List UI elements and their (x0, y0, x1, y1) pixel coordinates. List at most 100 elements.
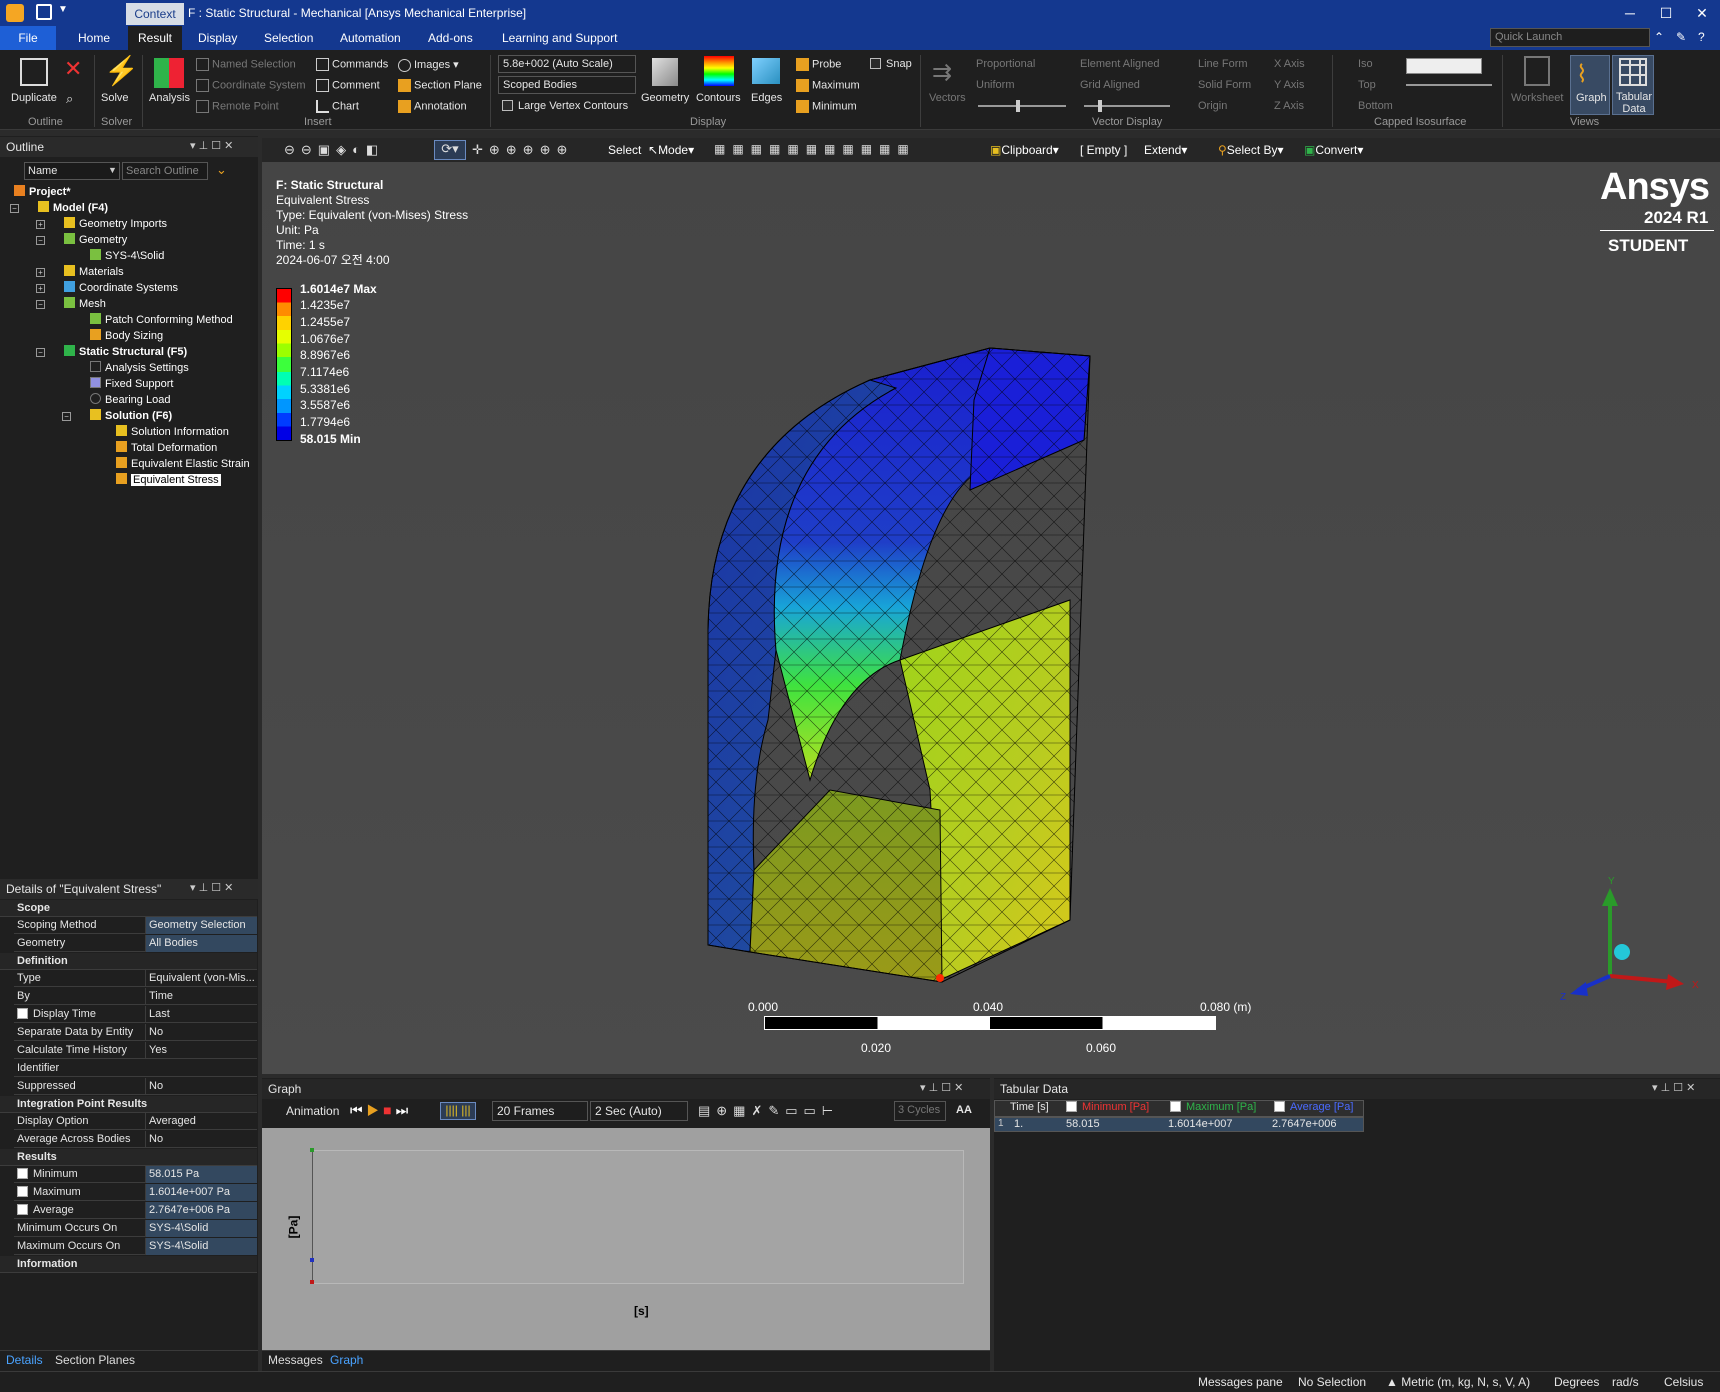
col-header-average[interactable]: Average [Pa] (1274, 1101, 1353, 1113)
menu-automation[interactable]: Automation (330, 26, 411, 50)
search-options-icon[interactable]: ⌄ (216, 162, 227, 178)
details-panel-controls-icon[interactable]: ▾ ⊥ ☐ ✕ (190, 881, 233, 894)
category-scope[interactable]: Scope (0, 900, 257, 917)
save-icon[interactable] (36, 4, 52, 20)
help-icon[interactable]: ? (1698, 30, 1705, 44)
images-dropdown[interactable]: Images ▾ (398, 58, 459, 72)
filter-dropdown-icon[interactable]: ▼ (108, 165, 117, 175)
vector-length-slider[interactable] (978, 105, 1066, 107)
comment-button[interactable]: Comment (316, 79, 380, 92)
category-results[interactable]: Results (0, 1149, 257, 1166)
detail-row[interactable]: Maximum Occurs On SYS-4\Solid (14, 1238, 257, 1255)
annotation-button[interactable]: Annotation (398, 100, 467, 113)
menu-file[interactable]: File (0, 26, 56, 50)
detail-value[interactable]: Geometry Selection (145, 917, 257, 934)
isosurface-field[interactable] (1406, 58, 1482, 74)
bottom-button[interactable]: Bottom (1358, 100, 1393, 112)
coordinate-system-button[interactable]: Coordinate System (196, 79, 306, 92)
tree-item-total-deformation[interactable]: Total Deformation (116, 440, 217, 456)
detail-value[interactable]: No (145, 1078, 257, 1095)
tree-item-elastic-strain[interactable]: Equivalent Elastic Strain (116, 456, 250, 472)
convert-dropdown[interactable]: ▣Convert▾ (1304, 143, 1363, 157)
menu-addons[interactable]: Add-ons (418, 26, 483, 50)
top-button[interactable]: Top (1358, 79, 1376, 91)
detail-row[interactable]: Suppressed No (14, 1078, 257, 1095)
outline-name-filter[interactable]: Name (24, 162, 120, 180)
axis-triad[interactable]: Y X Z (1556, 870, 1706, 1000)
maximum-button[interactable]: Maximum (796, 79, 860, 92)
detail-value[interactable]: All Bodies (145, 935, 257, 952)
detail-row[interactable]: Separate Data by Entity No (14, 1024, 257, 1041)
pin-icon[interactable]: ✎ (1676, 30, 1686, 44)
detail-row[interactable]: Average 2.7647e+006 Pa (14, 1202, 257, 1219)
average-checkbox[interactable] (17, 1204, 28, 1215)
minimum-series-checkbox[interactable] (1066, 1101, 1077, 1112)
detail-row[interactable]: By Time (14, 988, 257, 1005)
iso-button[interactable]: Iso (1358, 58, 1373, 70)
section-plane-button[interactable]: Section Plane (398, 79, 482, 92)
search-icon[interactable]: ⌕ (66, 91, 73, 107)
analysis-icon[interactable] (154, 58, 184, 88)
col-header-time[interactable]: Time [s] (1010, 1101, 1049, 1113)
collapse-icon[interactable]: − (10, 204, 19, 213)
named-selection-button[interactable]: Named Selection (196, 58, 296, 71)
quick-access-dropdown-icon[interactable]: ▼ (58, 4, 68, 15)
tree-item-equivalent-stress[interactable]: Equivalent Stress (116, 472, 221, 488)
tree-item-geometry-imports[interactable]: Geometry Imports (64, 216, 167, 232)
detail-value[interactable]: Averaged (145, 1113, 257, 1130)
tab-details[interactable]: Details (6, 1353, 43, 1367)
status-messages[interactable]: Messages pane (1198, 1375, 1283, 1389)
status-rads[interactable]: rad/s (1612, 1375, 1639, 1389)
tree-item-body-sizing[interactable]: Body Sizing (90, 328, 163, 344)
zoom-icons[interactable]: ⊖⊖▣◈◐◧ (284, 142, 384, 158)
average-series-checkbox[interactable] (1274, 1101, 1285, 1112)
maximum-series-checkbox[interactable] (1170, 1101, 1181, 1112)
geometry-icon[interactable] (652, 58, 678, 86)
tree-item-solution-information[interactable]: Solution Information (116, 424, 229, 440)
minimize-icon[interactable]: ─ (1618, 2, 1642, 24)
menu-display[interactable]: Display (188, 26, 247, 50)
tree-item-project[interactable]: Project* (14, 184, 71, 200)
duration-dropdown[interactable]: 2 Sec (Auto) (590, 1101, 688, 1121)
geometry-button[interactable]: Geometry (641, 92, 689, 104)
tabular-panel-controls-icon[interactable]: ▾ ⊥ ☐ ✕ (1652, 1081, 1695, 1094)
tab-graph[interactable]: Graph (330, 1353, 363, 1367)
detail-value[interactable]: Last (145, 1006, 257, 1023)
tree-item-solid[interactable]: SYS-4\Solid (90, 248, 164, 264)
tab-messages[interactable]: Messages (268, 1353, 323, 1367)
display-time-checkbox[interactable] (17, 1008, 28, 1019)
menu-result[interactable]: Result (128, 26, 183, 50)
duplicate-button[interactable]: Duplicate (11, 92, 57, 104)
uniform-button[interactable]: Uniform (976, 79, 1015, 91)
clipboard-dropdown[interactable]: ▣Clipboard▾ (990, 143, 1059, 157)
frames-dropdown[interactable]: 20 Frames (492, 1101, 588, 1121)
expand-icon[interactable]: + (36, 220, 45, 229)
vectors-icon[interactable]: ⇉ (932, 58, 952, 87)
snap-checkbox[interactable]: Snap (870, 58, 912, 70)
tree-item-bearing-load[interactable]: Bearing Load (90, 392, 170, 408)
detail-value[interactable]: Yes (145, 1042, 257, 1059)
collapse-icon[interactable]: − (36, 348, 45, 357)
contours-icon[interactable] (704, 56, 734, 86)
tab-section-planes[interactable]: Section Planes (55, 1353, 135, 1367)
grid-aligned-button[interactable]: Grid Aligned (1080, 79, 1140, 91)
rotate-icon[interactable]: ⟳▾ (434, 140, 466, 160)
tree-item-patch-conforming[interactable]: Patch Conforming Method (90, 312, 233, 328)
edges-button[interactable]: Edges (751, 92, 782, 104)
solve-icon[interactable]: ⚡ (104, 56, 139, 86)
collapse-icon[interactable]: − (62, 412, 71, 421)
view-zoom-icons[interactable]: ✛⊕⊕⊕⊕⊕ (472, 142, 573, 158)
col-header-minimum[interactable]: Minimum [Pa] (1066, 1101, 1149, 1113)
detail-row[interactable]: Scoping Method Geometry Selection (14, 917, 257, 934)
tree-item-static-structural[interactable]: Static Structural (F5) (64, 344, 187, 360)
cycles-input[interactable]: 3 Cycles (894, 1101, 946, 1121)
scale-dropdown[interactable]: 5.8e+002 (Auto Scale) (498, 55, 636, 73)
graph-tool-icons[interactable]: ▤⊕▦✗✎▭▭⊢ (698, 1103, 839, 1119)
detail-row[interactable]: Minimum Occurs On SYS-4\Solid (14, 1220, 257, 1237)
menu-learning[interactable]: Learning and Support (492, 26, 627, 50)
tree-item-coordinate-systems[interactable]: Coordinate Systems (64, 280, 178, 296)
contours-button[interactable]: Contours (696, 92, 741, 104)
tree-item-fixed-support[interactable]: Fixed Support (90, 376, 173, 392)
vectors-button[interactable]: Vectors (929, 92, 966, 104)
y-axis-button[interactable]: Y Axis (1274, 79, 1304, 91)
